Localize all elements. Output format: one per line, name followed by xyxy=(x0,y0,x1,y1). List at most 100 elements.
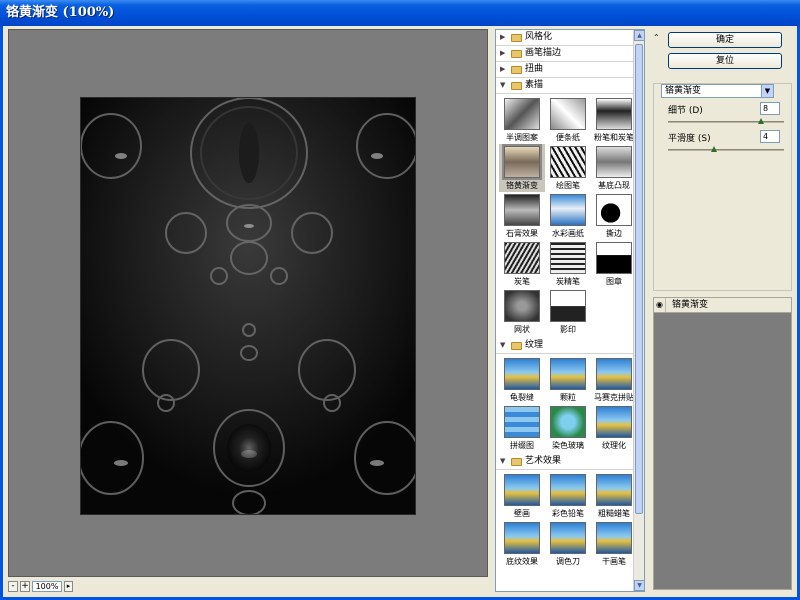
thumbnail-label: 撕边 xyxy=(606,229,622,238)
thumbnail-label: 粉笔和炭笔 xyxy=(594,133,634,142)
thumbnail-image xyxy=(596,406,632,438)
thumbnail-label: 水彩画纸 xyxy=(552,229,584,238)
filter-thumbnail[interactable]: 炭笔 xyxy=(499,240,545,288)
filter-thumbnail[interactable]: 粉笔和炭笔 xyxy=(591,96,637,144)
chevron-down-icon[interactable]: ▼ xyxy=(500,454,508,469)
filter-thumbnail[interactable]: 撕边 xyxy=(591,192,637,240)
thumbnail-label: 炭笔 xyxy=(514,277,530,286)
filter-thumbnail[interactable]: 调色刀 xyxy=(545,520,591,568)
filter-thumbnail[interactable]: 绘图笔 xyxy=(545,144,591,192)
preview-image[interactable] xyxy=(80,97,416,515)
category-header[interactable]: ▼ 艺术效果 xyxy=(496,454,644,470)
chevron-right-icon[interactable]: ▶ xyxy=(500,62,508,77)
zoom-level[interactable]: 100% xyxy=(32,580,62,592)
filter-thumbnail[interactable]: 颗粒 xyxy=(545,356,591,404)
scroll-thumb[interactable] xyxy=(635,44,643,514)
smooth-slider-knob[interactable] xyxy=(711,146,718,152)
thumbnail-image xyxy=(502,144,542,180)
zoom-controls: - + 100% ▸ xyxy=(8,579,73,593)
category-header[interactable]: ▼ 纹理 xyxy=(496,338,644,354)
folder-icon xyxy=(511,33,522,42)
category-header[interactable]: ▼ 素描 xyxy=(496,78,644,94)
chevron-right-icon[interactable]: ▶ xyxy=(500,30,508,45)
thumbnail-image xyxy=(596,522,632,554)
filter-thumbnail[interactable]: 龟裂缝 xyxy=(499,356,545,404)
filter-thumbnail[interactable]: 纹理化 xyxy=(591,404,637,452)
filter-thumbnail[interactable]: 便条纸 xyxy=(545,96,591,144)
filter-thumbnail[interactable]: 铬黄渐变 xyxy=(499,144,545,192)
thumbnail-image xyxy=(504,98,540,130)
thumbnail-image xyxy=(504,406,540,438)
thumbnail-image xyxy=(596,474,632,506)
thumbnail-label: 调色刀 xyxy=(556,557,580,566)
zoom-out-button[interactable]: - xyxy=(8,580,18,592)
filter-thumbnail[interactable]: 染色玻璃 xyxy=(545,404,591,452)
filter-thumbnail[interactable]: 影印 xyxy=(545,288,591,336)
eye-icon[interactable]: ◉ xyxy=(654,298,666,312)
thumbnail-image xyxy=(550,474,586,506)
category-header[interactable]: ▶ 风格化 xyxy=(496,30,644,46)
zoom-menu-button[interactable]: ▸ xyxy=(64,580,73,592)
filter-thumbnail[interactable]: 马赛克拼贴 xyxy=(591,356,637,404)
category-label: 纹理 xyxy=(525,340,544,350)
filter-select[interactable]: 铬黄渐变 ▼ xyxy=(661,84,774,98)
filter-thumbnail[interactable]: 半调图案 xyxy=(499,96,545,144)
filter-thumbnail[interactable]: 炭精笔 xyxy=(545,240,591,288)
chevron-down-icon[interactable]: ▼ xyxy=(500,338,508,353)
filter-thumbnail[interactable]: 拼缀图 xyxy=(499,404,545,452)
reset-button[interactable]: 复位 xyxy=(668,53,782,69)
scroll-up-button[interactable]: ▲ xyxy=(634,30,644,41)
window-title: 铬黄渐变 (100%) xyxy=(0,0,800,26)
filter-thumbnail[interactable]: 粗糙蜡笔 xyxy=(591,472,637,520)
filter-thumbnail[interactable]: 基底凸现 xyxy=(591,144,637,192)
effect-layer-row[interactable]: ◉ 铬黄渐变 xyxy=(654,298,791,313)
preview-area[interactable] xyxy=(8,29,488,577)
gallery-list: ▶ 风格化 ▶ 画笔描边 ▶ 扭曲 ▼ 素描半调图案 便条纸 粉笔和炭笔铬黄渐变 绘图笔 基底凸现石膏… xyxy=(496,30,644,570)
zoom-in-button[interactable]: + xyxy=(20,580,30,592)
thumbnail-label: 干画笔 xyxy=(602,557,626,566)
thumbnail-image xyxy=(596,146,632,178)
scroll-down-button[interactable]: ▼ xyxy=(634,580,644,591)
category-label: 扭曲 xyxy=(525,64,544,74)
thumbnail-label: 炭精笔 xyxy=(556,277,580,286)
thumbnail-label: 影印 xyxy=(560,325,576,334)
thumbnail-image xyxy=(550,242,586,274)
filter-thumbnail[interactable]: 底纹效果 xyxy=(499,520,545,568)
chevron-down-icon[interactable]: ▼ xyxy=(500,78,508,93)
folder-icon xyxy=(511,341,522,350)
filter-thumbnail[interactable]: 干画笔 xyxy=(591,520,637,568)
filter-thumbnail[interactable]: 网状 xyxy=(499,288,545,336)
detail-input[interactable]: 8 xyxy=(760,102,780,115)
filter-thumbnail[interactable]: 壁画 xyxy=(499,472,545,520)
ok-button[interactable]: 确定 xyxy=(668,32,782,48)
filter-thumbnail[interactable]: 彩色铅笔 xyxy=(545,472,591,520)
chevron-right-icon[interactable]: ▶ xyxy=(500,46,508,61)
smooth-label: 平滑度 (S) xyxy=(668,134,711,144)
thumbnail-image xyxy=(596,194,632,226)
smooth-slider[interactable] xyxy=(668,146,784,152)
detail-slider-knob[interactable] xyxy=(757,118,764,124)
thumbnail-label: 龟裂缝 xyxy=(510,393,534,402)
thumbnail-image xyxy=(504,358,540,390)
category-label: 素描 xyxy=(525,80,544,90)
thumbnail-image xyxy=(550,98,586,130)
detail-slider[interactable] xyxy=(668,118,784,124)
thumbnail-image xyxy=(504,522,540,554)
folder-icon xyxy=(511,49,522,58)
smooth-input[interactable]: 4 xyxy=(760,130,780,143)
thumbnail-image xyxy=(550,358,586,390)
folder-icon xyxy=(511,81,522,90)
filter-gallery: ▶ 风格化 ▶ 画笔描边 ▶ 扭曲 ▼ 素描半调图案 便条纸 粉笔和炭笔铬黄渐变 绘图笔 基底凸现石膏… xyxy=(495,29,645,592)
filter-thumbnail[interactable]: 水彩画纸 xyxy=(545,192,591,240)
thumbnail-label: 石膏效果 xyxy=(506,229,538,238)
category-header[interactable]: ▶ 画笔描边 xyxy=(496,46,644,62)
filter-thumbnail[interactable]: 图章 xyxy=(591,240,637,288)
gallery-scrollbar[interactable]: ▲ ▼ xyxy=(633,30,644,591)
thumbnail-label: 铬黄渐变 xyxy=(506,181,538,190)
filter-thumbnail[interactable]: 石膏效果 xyxy=(499,192,545,240)
thumbnail-image xyxy=(504,474,540,506)
thumbnail-label: 马赛克拼贴 xyxy=(594,393,634,402)
collapse-icon[interactable]: ⌃ xyxy=(653,33,660,42)
category-header[interactable]: ▶ 扭曲 xyxy=(496,62,644,78)
thumbnail-label: 颗粒 xyxy=(560,393,576,402)
